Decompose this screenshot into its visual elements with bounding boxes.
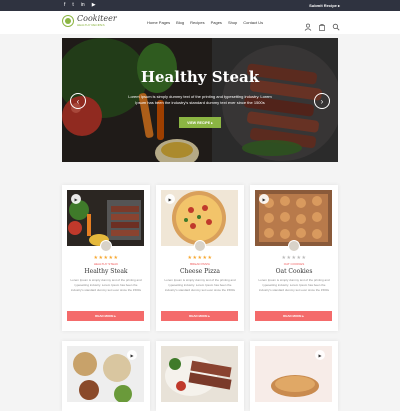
recipe-title[interactable]: Cheese Pizza — [156, 268, 244, 275]
cart-icon[interactable] — [318, 18, 326, 31]
facebook-icon[interactable]: f — [64, 3, 65, 8]
author-avatar[interactable] — [288, 240, 300, 252]
recipe-category[interactable]: BREAD PIZZA — [156, 262, 244, 266]
logo-tagline: HEALTHY RECIPES — [77, 23, 105, 27]
play-icon[interactable]: ▶ — [71, 194, 81, 204]
recipe-card: ▶ ★★★★★ OAT COOKIES Oat Cookies Lorem Ip… — [250, 185, 338, 331]
author-avatar[interactable] — [194, 240, 206, 252]
header: Cookiteer HEALTHY RECIPES Home Pages Blo… — [0, 11, 400, 34]
nav-blog[interactable]: Blog — [176, 20, 184, 25]
hero-next-arrow[interactable]: › — [314, 93, 330, 109]
recipe-card: ▶ — [62, 341, 150, 411]
hero-title: Healthy Steak — [140, 68, 260, 86]
view-recipe-button[interactable]: VIEW RECIPE ▸ — [179, 117, 221, 128]
recipe-description: Lorem Ipsum is simply dummy text of the … — [70, 278, 142, 292]
recipe-category[interactable]: HEALTHY STEAK — [62, 262, 150, 266]
rating-stars: ★★★★★ — [281, 255, 307, 261]
twitter-icon[interactable]: t — [72, 3, 73, 8]
recipe-description: Lorem Ipsum is simply dummy text of the … — [258, 278, 330, 292]
play-icon[interactable]: ▶ — [315, 350, 325, 360]
rating-stars: ★★★★★ — [187, 255, 213, 261]
logo-icon — [62, 15, 74, 27]
author-avatar[interactable] — [100, 240, 112, 252]
rating-stars: ★★★★★ — [93, 255, 119, 261]
social-links: f t in ▶ — [64, 3, 96, 8]
search-icon[interactable] — [332, 18, 340, 31]
submit-recipe-link[interactable]: Submit Recipe ▸ — [309, 3, 340, 8]
hero-slider: Healthy Steak Lorem Ipsum is simply dumm… — [62, 38, 338, 162]
recipe-title[interactable]: Healthy Steak — [62, 268, 150, 275]
nav-recipes[interactable]: Recipes — [190, 20, 204, 25]
hero-description: Lorem Ipsum is simply dummy text of the … — [128, 94, 272, 105]
read-more-button[interactable]: READ MORE ▸ — [67, 311, 144, 321]
recipe-card: ▶ ★★★★★ BREAD PIZZA Cheese Pizza Lorem I… — [156, 185, 244, 331]
recipe-card: ▶ — [250, 341, 338, 411]
header-icons — [304, 18, 340, 31]
nav-home-pages[interactable]: Home Pages — [147, 20, 170, 25]
logo-name: Cookiteer — [77, 14, 117, 23]
top-bar: f t in ▶ Submit Recipe ▸ — [0, 0, 400, 11]
logo[interactable]: Cookiteer HEALTHY RECIPES — [62, 15, 117, 27]
hero-prev-arrow[interactable]: ‹ — [70, 93, 86, 109]
recipe-card — [156, 341, 244, 411]
user-icon[interactable] — [304, 18, 312, 31]
recipe-description: Lorem Ipsum is simply dummy text of the … — [164, 278, 236, 292]
read-more-button[interactable]: READ MORE ▸ — [255, 311, 332, 321]
recipe-image[interactable] — [161, 346, 238, 402]
play-icon[interactable]: ▶ — [259, 194, 269, 204]
linkedin-icon[interactable]: in — [81, 3, 85, 8]
play-icon[interactable]: ▶ — [165, 194, 175, 204]
play-icon[interactable]: ▶ — [127, 350, 137, 360]
youtube-icon[interactable]: ▶ — [92, 3, 96, 8]
read-more-button[interactable]: READ MORE ▸ — [161, 311, 238, 321]
nav-contact-us[interactable]: Contact Us — [243, 20, 263, 25]
nav-pages[interactable]: Pages — [211, 20, 222, 25]
recipe-title[interactable]: Oat Cookies — [250, 268, 338, 275]
nav-shop[interactable]: Shop — [228, 20, 237, 25]
recipe-card: ▶ ★★★★★ HEALTHY STEAK Healthy Steak Lore… — [62, 185, 150, 331]
recipe-category[interactable]: OAT COOKIES — [250, 262, 338, 266]
main-nav: Home Pages Blog Recipes Pages Shop Conta… — [147, 20, 263, 25]
